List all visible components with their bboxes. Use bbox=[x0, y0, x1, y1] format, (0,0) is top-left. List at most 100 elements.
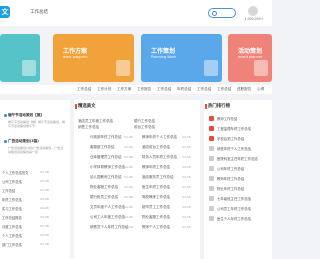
list-item[interactable]: 物业客服工作总结 bbox=[142, 215, 170, 220]
site-logo[interactable]: 文 bbox=[0, 6, 10, 18]
list-item[interactable]: 公司工作总结 bbox=[2, 179, 22, 184]
list-date: 04-08 bbox=[124, 135, 133, 139]
panel-heading: 热门排行榜 bbox=[208, 104, 230, 109]
list-item[interactable]: 个人工作总结范文 bbox=[2, 170, 28, 175]
list-item[interactable]: 财务人员年终工作总结 bbox=[142, 155, 177, 160]
ranking-item[interactable]: 七年级班主任工作总结 bbox=[217, 196, 251, 201]
ranking-item[interactable]: 公司年终工作总结 bbox=[217, 166, 244, 171]
category-link[interactable]: 述职报告 bbox=[237, 87, 251, 92]
search-input[interactable] bbox=[208, 8, 236, 18]
list-item[interactable]: 月度工作总结 bbox=[2, 224, 22, 229]
rank-badge-icon bbox=[209, 166, 214, 171]
banner-title: 工作策划 bbox=[151, 48, 176, 55]
nav-title[interactable]: 工作总结 bbox=[30, 9, 48, 15]
list-item[interactable]: 超市员工工作总结 bbox=[142, 205, 170, 210]
search-icon bbox=[212, 11, 217, 16]
category-link[interactable]: 工作计划 bbox=[97, 87, 111, 92]
category-link[interactable]: 工作总结 bbox=[197, 87, 211, 92]
list-date: 04-08 bbox=[124, 165, 133, 169]
list-date: 04-08 bbox=[124, 175, 133, 179]
list-item[interactable]: 客服部工作总结 bbox=[90, 145, 115, 150]
list-date: 04-08 bbox=[124, 205, 133, 209]
rank-badge-icon bbox=[209, 136, 214, 141]
top-link[interactable]: 酒店员工年度工作总结 bbox=[78, 119, 113, 124]
heading-accent bbox=[75, 104, 77, 109]
rank-badge-icon bbox=[209, 186, 214, 191]
ranking-item[interactable]: 教师工作总结 bbox=[217, 116, 237, 121]
list-item[interactable]: 行政部年终工作总结 bbox=[90, 135, 122, 140]
featured-article-desc: 广告活动策划(3篇)广告活动策划，广告活动策划活动策划第一篇 bbox=[8, 146, 64, 154]
list-item[interactable]: 仓库管理员工作总结 bbox=[90, 155, 122, 160]
list-date: 04-08 bbox=[40, 206, 49, 210]
list-item[interactable]: 酒店前台工作总结 bbox=[142, 145, 170, 150]
banner-card-1[interactable] bbox=[0, 34, 40, 82]
list-date: 04-08 bbox=[124, 195, 133, 199]
list-item[interactable]: 实习工作总结 bbox=[2, 206, 22, 211]
list-item[interactable]: 部门工作总结 bbox=[2, 242, 22, 247]
list-item[interactable]: 个人工作总结 bbox=[2, 233, 22, 238]
list-date: 04-08 bbox=[40, 224, 49, 228]
ranking-item[interactable]: 医生个人年终工作总结 bbox=[217, 216, 251, 221]
list-item[interactable]: 工作总结 bbox=[2, 188, 15, 193]
ranking-item[interactable]: 医院科室主任年终工作总结 bbox=[217, 156, 258, 161]
list-date: 04-08 bbox=[124, 145, 133, 149]
list-date: 04-08 bbox=[40, 188, 49, 192]
list-item[interactable]: 年终工作总结 bbox=[2, 197, 22, 202]
category-link[interactable]: 工作总结 bbox=[77, 87, 91, 92]
banner-subtitle: work program bbox=[63, 55, 88, 59]
list-item[interactable]: 文员年度个人工作总结 bbox=[90, 205, 125, 210]
list-item[interactable]: 物业客服工作总结 bbox=[90, 185, 118, 190]
category-nav: 工作总结 工作计划 工作方案 工作报告 工作总结 年终总结 工作总结 工作总结 … bbox=[0, 85, 272, 94]
top-link[interactable]: 销售工作总结 bbox=[78, 125, 99, 130]
avatar[interactable] bbox=[248, 6, 258, 16]
ranking-item[interactable]: 工程监理年终工作总结 bbox=[217, 126, 251, 131]
list-item[interactable]: 驾校教练工作总结 bbox=[142, 195, 170, 200]
banner-subtitle: Planning Work bbox=[151, 55, 177, 59]
list-item[interactable]: 小学体育教师工作总结 bbox=[90, 165, 125, 170]
category-link[interactable]: 心得 bbox=[257, 87, 264, 92]
ranking-item[interactable]: 学校后勤工作总结 bbox=[217, 136, 244, 141]
ranking-item[interactable]: 物业年终工作总结 bbox=[217, 186, 244, 191]
category-link[interactable]: 工作总结 bbox=[157, 87, 171, 92]
list-date: 04-08 bbox=[40, 179, 49, 183]
list-item[interactable]: 公司工人年度工作总结 bbox=[90, 215, 125, 220]
list-date: 04-08 bbox=[40, 242, 49, 246]
list-item[interactable]: 银行柜员工作总结 bbox=[90, 195, 118, 200]
list-date: 04-08 bbox=[182, 135, 191, 139]
list-item[interactable]: 教师年终工作总结 bbox=[142, 165, 170, 170]
top-link[interactable]: 前台工作总结 bbox=[134, 125, 155, 130]
category-link[interactable]: 工作总结 bbox=[217, 87, 231, 92]
banner-subtitle: event planner bbox=[238, 55, 263, 59]
rank-badge-icon bbox=[209, 176, 214, 181]
list-item[interactable]: 医生年终工作总结 bbox=[142, 185, 170, 190]
list-item[interactable]: 销售员个人年终工作总结 bbox=[90, 225, 129, 230]
list-date: 04-08 bbox=[182, 185, 191, 189]
list-date: 04-08 bbox=[182, 205, 191, 209]
featured-article-title[interactable]: 广告活动策划(3篇) bbox=[8, 139, 39, 144]
category-link[interactable]: 年终总结 bbox=[177, 87, 191, 92]
top-link[interactable]: 银行工作总结 bbox=[134, 119, 155, 124]
banner-event-planner[interactable]: 活动策划 event planner bbox=[228, 34, 272, 82]
list-date: 04-08 bbox=[124, 225, 133, 229]
list-item[interactable]: 工作总结报告 bbox=[2, 215, 22, 220]
list-item[interactable]: 教师年终个人工作总结 bbox=[142, 135, 177, 140]
list-date: 04-08 bbox=[124, 215, 133, 219]
list-date: 04-08 bbox=[182, 215, 191, 219]
heading-accent bbox=[205, 104, 207, 109]
featured-article-title[interactable]: 端午节活动策划【推】 bbox=[8, 113, 44, 118]
banner-planning-work[interactable]: 工作策划 Planning Work bbox=[141, 34, 222, 82]
list-item[interactable]: 教师个人工作总结 bbox=[142, 225, 170, 230]
ranking-item[interactable]: 教师年终工作总结 bbox=[217, 176, 244, 181]
ranking-item[interactable]: 公司员工年终工作总结 bbox=[217, 206, 251, 211]
rank-badge-icon bbox=[209, 206, 214, 211]
category-link[interactable]: 工作方案 bbox=[117, 87, 131, 92]
banner-work-program[interactable]: 工作方案 work program bbox=[53, 34, 134, 82]
list-date: 04-08 bbox=[40, 233, 49, 237]
hot-ranking-panel: 热门排行榜 教师工作总结 工程监理年终工作总结 学校后勤工作总结 销售年终个人工… bbox=[204, 100, 272, 259]
list-item[interactable]: 酒店服务员工作总结 bbox=[142, 175, 174, 180]
category-link[interactable]: 工作报告 bbox=[137, 87, 151, 92]
banner-illustration-icon bbox=[22, 60, 36, 76]
featured-articles-panel: 精选美文 酒店员工年度工作总结 银行工作总结 销售工作总结 前台工作总结 行政部… bbox=[74, 100, 200, 259]
ranking-item[interactable]: 销售年终个人工作总结 bbox=[217, 146, 251, 151]
list-item[interactable]: 幼儿园教师工作总结 bbox=[90, 175, 122, 180]
